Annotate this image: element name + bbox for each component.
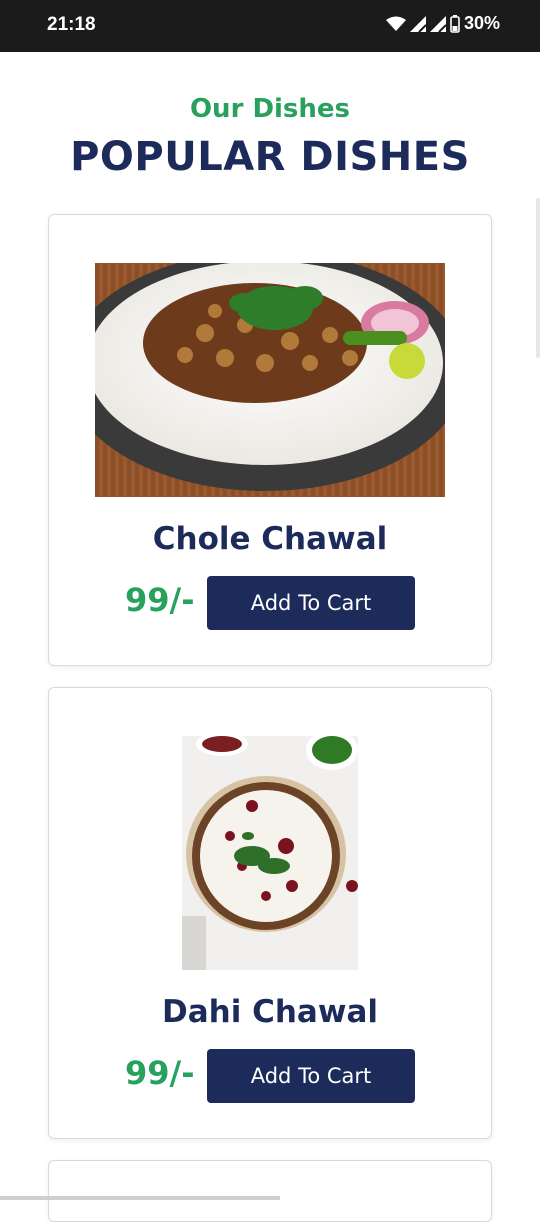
scrollbar[interactable] xyxy=(536,198,540,358)
dish-card: Dahi Chawal 99/- Add To Cart xyxy=(48,687,492,1139)
dish-card: Chole Chawal 99/- Add To Cart xyxy=(48,214,492,666)
dahi-chawal-photo xyxy=(182,736,358,970)
chole-chawal-photo xyxy=(95,263,445,497)
dish-price: 99/- xyxy=(125,1054,195,1092)
add-to-cart-button[interactable]: Add To Cart xyxy=(207,1049,415,1103)
dish-name: Chole Chawal xyxy=(152,521,388,557)
dish-price: 99/- xyxy=(125,581,195,619)
wifi-icon xyxy=(385,16,406,31)
signal-icon xyxy=(409,15,426,32)
status-bar: 21:18 30% xyxy=(0,0,540,52)
section-subtitle: Our Dishes xyxy=(189,94,351,124)
page-title: POPULAR DISHES xyxy=(70,134,470,180)
dish-name: Dahi Chawal xyxy=(161,994,379,1030)
home-indicator xyxy=(0,1196,280,1200)
status-time: 21:18 xyxy=(47,14,96,35)
dish-card xyxy=(48,1160,492,1222)
battery-percent: 30% xyxy=(463,13,500,33)
signal-icon xyxy=(429,15,446,32)
add-to-cart-button[interactable]: Add To Cart xyxy=(207,576,415,630)
battery-icon xyxy=(450,14,460,33)
status-icons: 30% xyxy=(385,13,500,34)
